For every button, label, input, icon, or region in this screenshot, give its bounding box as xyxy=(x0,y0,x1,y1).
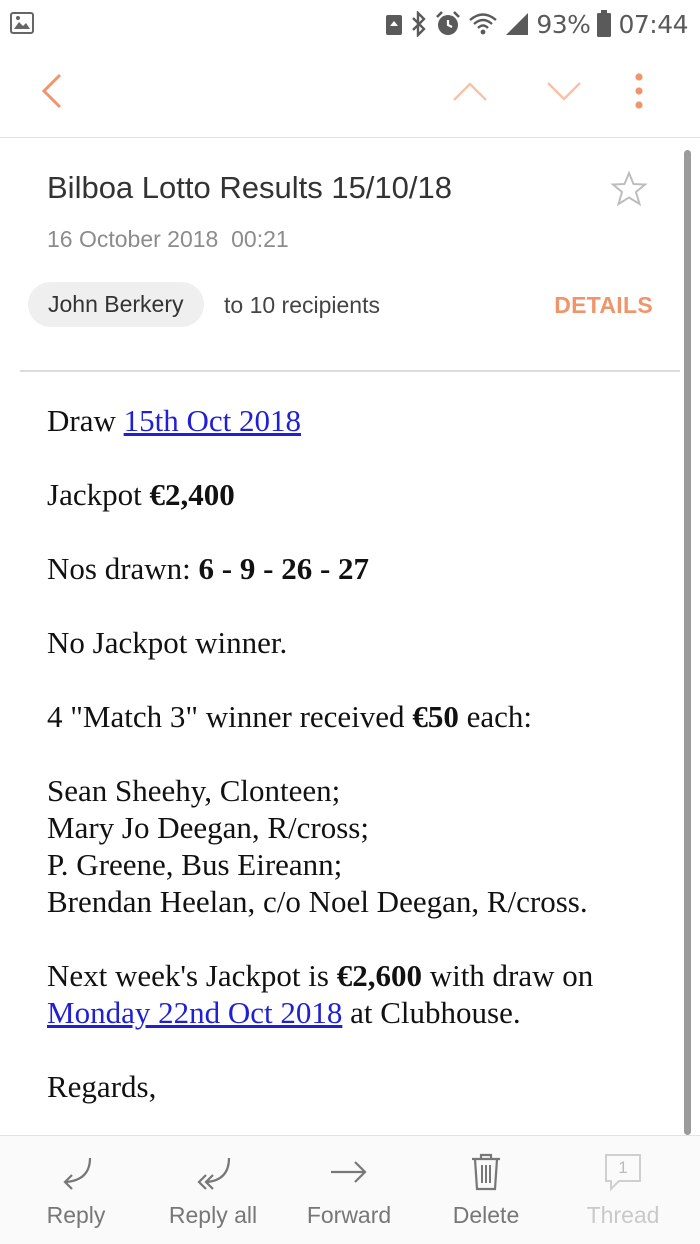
match-prefix: 4 "Match 3" winner received xyxy=(47,699,413,734)
reply-all-label: Reply all xyxy=(168,1202,258,1228)
delete-button[interactable]: Delete xyxy=(421,1150,551,1229)
reply-all-icon xyxy=(148,1150,278,1194)
email-subject: Bilboa Lotto Results 15/10/18 xyxy=(47,170,452,205)
more-options-button[interactable] xyxy=(611,68,667,118)
winner-item: P. Greene, Bus Eireann; xyxy=(47,847,343,882)
reply-label: Reply xyxy=(46,1202,106,1228)
more-vert-icon xyxy=(634,72,644,114)
thread-count: 1 xyxy=(618,1158,628,1177)
next-suffix: at Clubhouse. xyxy=(342,995,521,1030)
chevron-up-icon xyxy=(452,80,488,107)
match-line: 4 "Match 3" winner received €50 each: xyxy=(47,698,667,735)
winner-item: Sean Sheehy, Clonteen; xyxy=(47,773,341,808)
status-icons: 93% 07:44 xyxy=(384,6,688,42)
reply-icon xyxy=(11,1150,141,1194)
battery-percent: 93% xyxy=(536,9,591,39)
numbers-label: Nos drawn: xyxy=(47,551,199,586)
numbers-value: 6 - 9 - 26 - 27 xyxy=(198,551,370,586)
draw-line: Draw 15th Oct 2018 xyxy=(47,402,667,439)
next-date-link[interactable]: Monday 22nd Oct 2018 xyxy=(47,995,342,1030)
recycle-icon xyxy=(384,12,404,36)
header-divider xyxy=(20,370,680,372)
delete-label: Delete xyxy=(452,1202,520,1228)
jackpot-value: €2,400 xyxy=(149,477,235,512)
numbers-line: Nos drawn: 6 - 9 - 26 - 27 xyxy=(47,550,667,587)
status-bar: 93% 07:44 xyxy=(0,0,700,48)
chevron-down-icon xyxy=(546,80,582,107)
email-body: Draw 15th Oct 2018 Jackpot €2,400 Nos dr… xyxy=(47,402,667,1134)
next-week-line: Next week's Jackpot is €2,600 with draw … xyxy=(47,957,667,1031)
recipients-label: to 10 recipients xyxy=(224,292,380,318)
email-date: 16 October 2018 00:21 xyxy=(47,226,289,252)
previous-email-button[interactable] xyxy=(442,68,498,118)
reply-all-button[interactable]: Reply all xyxy=(148,1150,278,1229)
signal-icon xyxy=(504,11,530,37)
wifi-icon xyxy=(468,12,498,36)
alarm-icon xyxy=(434,10,462,38)
regards-line: Regards, xyxy=(47,1069,157,1104)
bluetooth-icon xyxy=(410,11,428,37)
next-amount: €2,600 xyxy=(336,958,422,993)
star-button[interactable] xyxy=(610,170,650,210)
clock: 07:44 xyxy=(618,9,688,39)
battery-icon xyxy=(596,10,612,38)
thread-label: Thread xyxy=(586,1202,660,1228)
winner-item: Mary Jo Deegan, R/cross; xyxy=(47,810,369,845)
sender-chip[interactable]: John Berkery xyxy=(28,282,204,327)
back-button[interactable] xyxy=(24,68,80,118)
draw-date-link[interactable]: 15th Oct 2018 xyxy=(124,403,301,438)
trash-icon xyxy=(421,1150,551,1194)
scrollbar[interactable] xyxy=(684,150,691,1135)
next-prefix: Next week's Jackpot is xyxy=(47,958,337,993)
next-mid: with draw on xyxy=(421,958,594,993)
forward-button[interactable]: Forward xyxy=(284,1150,414,1229)
forward-icon xyxy=(284,1150,414,1194)
thread-button[interactable]: 1 Thread xyxy=(558,1150,688,1229)
draw-label: Draw xyxy=(47,403,124,438)
image-icon xyxy=(10,12,34,34)
match-suffix: each: xyxy=(458,699,532,734)
thread-icon: 1 xyxy=(558,1150,688,1194)
email-toolbar xyxy=(0,48,700,138)
star-icon xyxy=(610,170,648,212)
jackpot-label: Jackpot xyxy=(47,477,150,512)
winners-list: Sean Sheehy, Clonteen; Mary Jo Deegan, R… xyxy=(47,772,667,920)
next-email-button[interactable] xyxy=(536,68,592,118)
winner-item: Brendan Heelan, c/o Noel Deegan, R/cross… xyxy=(47,884,588,919)
reply-button[interactable]: Reply xyxy=(11,1150,141,1229)
back-icon xyxy=(40,71,64,116)
no-winner-line: No Jackpot winner. xyxy=(47,625,288,660)
forward-label: Forward xyxy=(306,1202,392,1228)
match-amount: €50 xyxy=(412,699,459,734)
jackpot-line: Jackpot €2,400 xyxy=(47,476,667,513)
bottom-action-bar: Reply Reply all Forward Delete 1 Thread xyxy=(0,1135,700,1244)
details-button[interactable]: DETAILS xyxy=(554,292,653,319)
